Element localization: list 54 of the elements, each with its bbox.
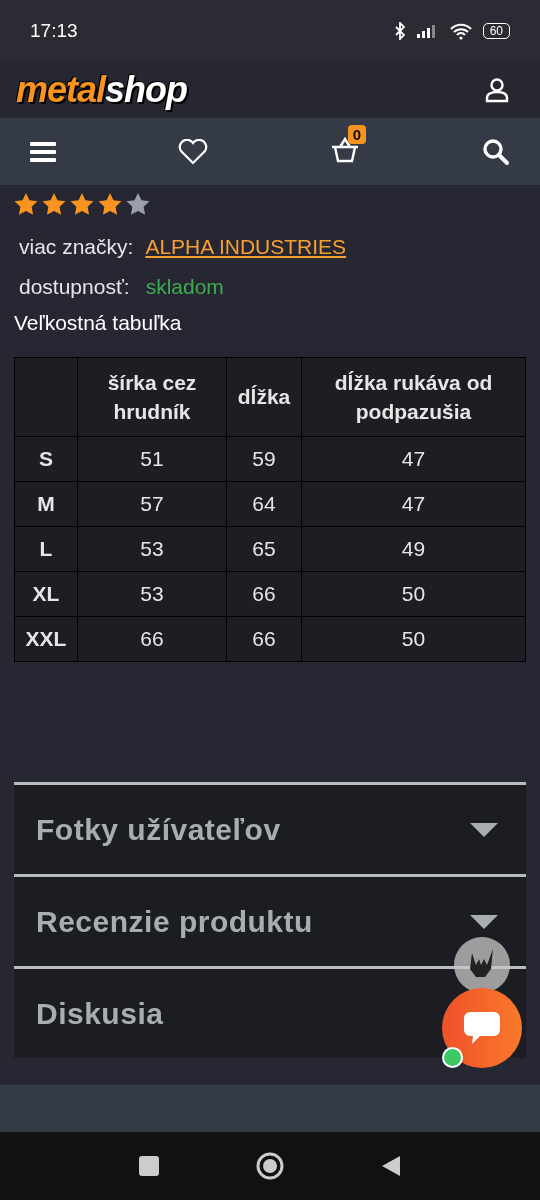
caret-icon xyxy=(470,914,498,929)
column-header: dĺžka xyxy=(237,385,291,409)
online-dot xyxy=(442,1047,463,1068)
table-cell: 66 xyxy=(252,627,276,650)
table-cell: 47 xyxy=(401,492,426,515)
table-cell: 51 xyxy=(140,447,164,470)
back-icon[interactable] xyxy=(380,1154,403,1178)
table-cell: 59 xyxy=(252,447,276,470)
table-title: Veľkostná tabuľka xyxy=(14,311,183,335)
size-label: XL xyxy=(32,582,60,605)
bluetooth-icon xyxy=(392,22,407,40)
section-title: Fotky užívateľov xyxy=(36,812,281,847)
star-icon xyxy=(126,193,150,215)
star-icon xyxy=(98,193,122,215)
star-icon xyxy=(14,193,38,215)
cart-count-badge: 0 xyxy=(347,124,366,144)
size-label: XXL xyxy=(25,627,67,650)
size-label: L xyxy=(39,537,53,560)
chat-icon xyxy=(462,1010,502,1046)
table-cell: 57 xyxy=(140,492,164,515)
brand-link[interactable]: ALPHA INDUSTRIES xyxy=(145,235,347,259)
status-time: 17:13 xyxy=(30,20,78,42)
table-cell: 53 xyxy=(140,582,164,605)
battery-indicator: 60 xyxy=(482,23,510,39)
table-cell: 66 xyxy=(140,627,164,650)
search-icon[interactable] xyxy=(482,137,510,166)
logo[interactable]: metalshop xyxy=(16,69,188,111)
table-cell: 53 xyxy=(140,537,164,560)
detail-label: viac značky: xyxy=(19,235,134,259)
user-icon[interactable] xyxy=(484,77,510,103)
table-cell: 66 xyxy=(252,582,276,605)
table-cell: 50 xyxy=(401,627,426,650)
table-cell: 49 xyxy=(401,537,426,560)
wifi-icon xyxy=(448,22,473,40)
table-cell: 47 xyxy=(401,447,426,470)
column-header: šírka cez hrudník xyxy=(107,370,197,423)
table-cell: 65 xyxy=(252,537,276,560)
star-icon xyxy=(42,193,66,215)
caret-icon xyxy=(470,822,498,837)
availability-status: skladom xyxy=(144,275,224,299)
size-label: S xyxy=(39,447,53,470)
column-header: dĺžka rukáva od podpazušia xyxy=(334,370,493,423)
section-title: Recenzie produktu xyxy=(36,904,313,939)
detail-label: dostupnosť: xyxy=(19,275,130,299)
home-icon[interactable] xyxy=(255,1151,285,1181)
menu-icon[interactable] xyxy=(30,140,56,163)
size-label: M xyxy=(37,492,55,515)
recent-apps-icon[interactable] xyxy=(137,1155,160,1177)
star-icon xyxy=(70,193,94,215)
accordion-item[interactable]: Fotky užívateľov xyxy=(14,782,526,874)
section-title: Diskusia xyxy=(36,996,164,1031)
table-cell: 50 xyxy=(401,582,426,605)
table-cell: 64 xyxy=(252,492,276,515)
heart-icon[interactable] xyxy=(178,138,208,165)
